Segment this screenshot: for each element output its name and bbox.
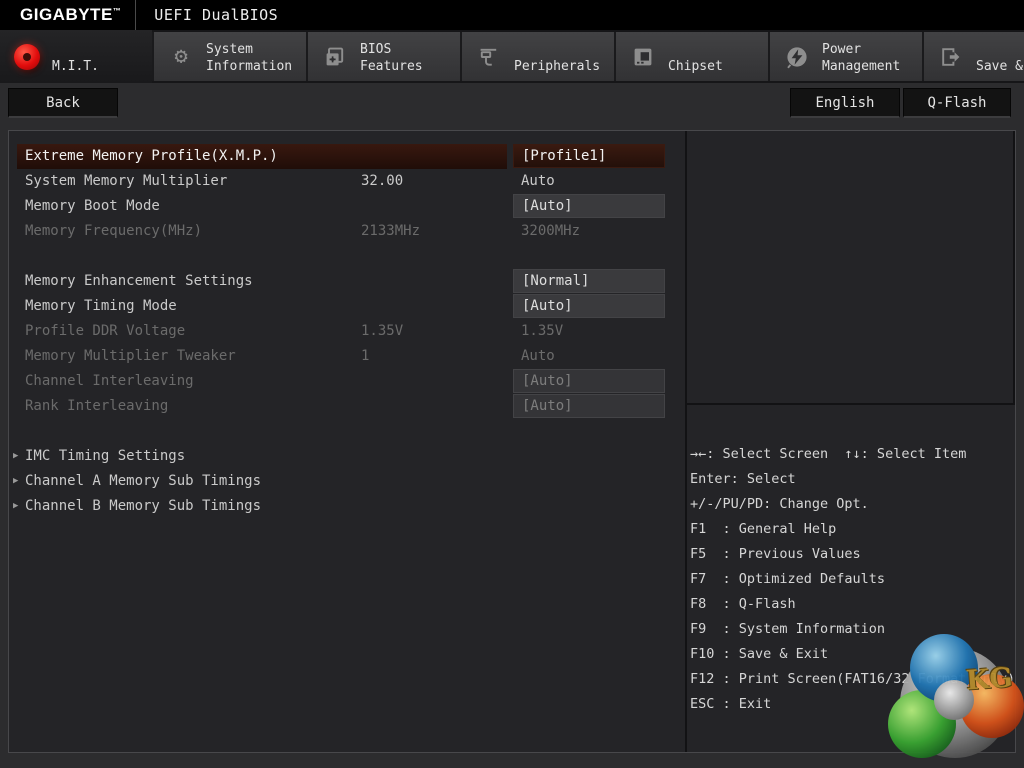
qflash-button[interactable]: Q-Flash (903, 88, 1011, 118)
setting-label: Rank Interleaving (25, 394, 168, 419)
back-button-label: Back (46, 95, 80, 111)
setting-label: Memory Boot Mode (25, 194, 160, 219)
submenu-label: Channel B Memory Sub Timings (25, 494, 261, 519)
item-help-box (685, 131, 1015, 405)
tab-bios-features-label: BIOS Features (360, 39, 460, 75)
setting-label: Channel Interleaving (25, 369, 194, 394)
tab-power-management-label: Power Management (822, 39, 922, 75)
tab-peripherals[interactable]: Peripherals (460, 32, 614, 81)
back-button[interactable]: Back (8, 88, 118, 118)
tab-chipset[interactable]: Chipset (614, 32, 768, 81)
setting-value-box: [Auto] (513, 394, 665, 418)
setting-row-memory-enhancement[interactable]: Memory Enhancement Settings [Normal] (9, 269, 677, 294)
setting-label: Extreme Memory Profile(X.M.P.) (25, 144, 278, 169)
setting-label: Profile DDR Voltage (25, 319, 185, 344)
setting-value-box[interactable]: [Auto] (513, 294, 665, 318)
setting-value-box[interactable]: [Profile1] (513, 144, 665, 168)
qflash-button-label: Q-Flash (927, 95, 986, 111)
setting-row-rank-interleaving: Rank Interleaving [Auto] (9, 394, 677, 419)
firmware-title: UEFI DualBIOS (154, 6, 278, 24)
setting-row-profile-ddr-voltage: Profile DDR Voltage 1.35V 1.35V (9, 319, 677, 344)
tab-chipset-label: Chipset (668, 39, 768, 75)
tab-save-exit-label: Save & Exit (976, 39, 1024, 75)
submenu-arrow-icon: ▶ (13, 494, 18, 519)
tab-mit-label: M.I.T. (52, 39, 152, 75)
help-line-f8: F8 : Q-Flash (690, 592, 1015, 617)
help-line-navigation: →←: Select Screen ↑↓: Select Item (690, 442, 1015, 467)
help-line-f7: F7 : Optimized Defaults (690, 567, 1015, 592)
main-tab-bar: M.I.T. ⚙ System Information BIOS Feature… (0, 30, 1024, 83)
kitguru-watermark-logo: KG (888, 634, 1024, 768)
setting-row-xmp[interactable]: Extreme Memory Profile(X.M.P.) [Profile1… (9, 144, 677, 169)
setting-row-channel-interleaving: Channel Interleaving [Auto] (9, 369, 677, 394)
language-button[interactable]: English (790, 88, 900, 118)
trademark-symbol: ™ (113, 6, 122, 15)
setting-current-value: 1.35V (361, 319, 403, 344)
tab-peripherals-label: Peripherals (514, 39, 614, 75)
bios-features-icon (320, 42, 350, 72)
setting-row-memory-timing-mode[interactable]: Memory Timing Mode [Auto] (9, 294, 677, 319)
gigabyte-logo: GIGABYTE™ (20, 5, 121, 25)
setting-label: Memory Multiplier Tweaker (25, 344, 236, 369)
submenu-channel-b-sub-timings[interactable]: ▶ Channel B Memory Sub Timings (9, 494, 677, 519)
setting-row-system-memory-multiplier[interactable]: System Memory Multiplier 32.00 Auto (9, 169, 677, 194)
peripherals-plug-icon (474, 42, 504, 72)
submenu-channel-a-sub-timings[interactable]: ▶ Channel A Memory Sub Timings (9, 469, 677, 494)
setting-value: 1.35V (521, 319, 563, 344)
help-line-enter: Enter: Select (690, 467, 1015, 492)
setting-value: Auto (521, 344, 555, 369)
language-button-label: English (815, 95, 874, 111)
settings-panel: Extreme Memory Profile(X.M.P.) [Profile1… (8, 130, 1016, 753)
setting-current-value: 1 (361, 344, 369, 369)
watermark-kg-text: KG (965, 662, 1014, 696)
setting-label: Memory Enhancement Settings (25, 269, 253, 294)
tab-save-exit[interactable]: Save & Exit (922, 32, 1024, 81)
chipset-chip-icon (628, 42, 658, 72)
setting-row-memory-frequency: Memory Frequency(MHz) 2133MHz 3200MHz (9, 219, 677, 244)
help-line-f1: F1 : General Help (690, 517, 1015, 542)
tab-bios-features[interactable]: BIOS Features (306, 32, 460, 81)
setting-value: 3200MHz (521, 219, 580, 244)
mit-red-dot-icon (12, 42, 42, 72)
power-lightning-icon (782, 42, 812, 72)
save-exit-door-icon (936, 42, 966, 72)
submenu-arrow-icon: ▶ (13, 469, 18, 494)
setting-value-box: [Auto] (513, 369, 665, 393)
tab-mit[interactable]: M.I.T. (0, 30, 152, 83)
setting-row-memory-multiplier-tweaker: Memory Multiplier Tweaker 1 Auto (9, 344, 677, 369)
setting-current-value: 2133MHz (361, 219, 420, 244)
submenu-arrow-icon: ▶ (13, 444, 18, 469)
title-bar: GIGABYTE™ UEFI DualBIOS (0, 0, 1024, 30)
setting-label: System Memory Multiplier (25, 169, 227, 194)
submenu-imc-timing-settings[interactable]: ▶ IMC Timing Settings (9, 444, 677, 469)
setting-value-box[interactable]: [Normal] (513, 269, 665, 293)
help-line-change-opt: +/-/PU/PD: Change Opt. (690, 492, 1015, 517)
setting-current-value: 32.00 (361, 169, 403, 194)
gear-icon: ⚙ (166, 42, 196, 72)
tab-system-information-label: System Information (206, 39, 306, 75)
setting-value-box[interactable]: [Auto] (513, 194, 665, 218)
titlebar-divider (135, 0, 136, 30)
help-line-f5: F5 : Previous Values (690, 542, 1015, 567)
tab-system-information[interactable]: ⚙ System Information (152, 32, 306, 81)
tab-power-management[interactable]: Power Management (768, 32, 922, 81)
submenu-label: IMC Timing Settings (25, 444, 185, 469)
setting-row-memory-boot-mode[interactable]: Memory Boot Mode [Auto] (9, 194, 677, 219)
setting-label: Memory Timing Mode (25, 294, 177, 319)
setting-label: Memory Frequency(MHz) (25, 219, 202, 244)
submenu-label: Channel A Memory Sub Timings (25, 469, 261, 494)
setting-value: Auto (521, 169, 555, 194)
